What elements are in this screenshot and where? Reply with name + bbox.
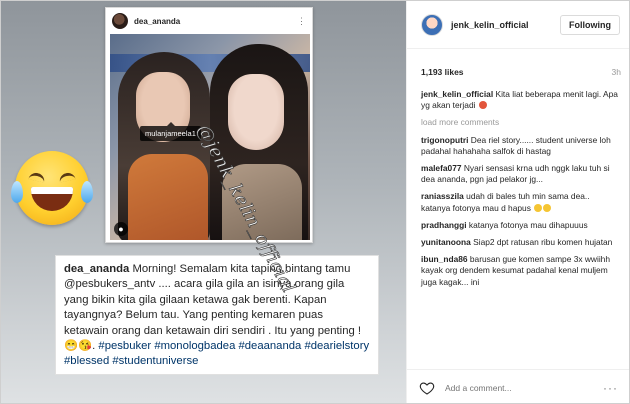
- emoji-teeth: [31, 187, 73, 194]
- comments-list: jenk_kelin_official Kita liat beberapa m…: [421, 89, 619, 294]
- likes-count[interactable]: 1,193 likes: [421, 67, 464, 77]
- list-item: raniasszila udah di bales tuh min sama d…: [421, 191, 619, 213]
- comment-username[interactable]: pradhanggi: [421, 220, 467, 230]
- screenshot-frame: dea_ananda ⋮ mulanjameela1 ● dea_ananda …: [0, 0, 630, 404]
- list-item: malefa077 Nyari sensasi krna udh nggk la…: [421, 163, 619, 185]
- post-sidebar: jenk_kelin_official Following 1,193 like…: [406, 1, 629, 403]
- list-item: jenk_kelin_official Kita liat beberapa m…: [421, 89, 619, 111]
- add-comment-row: ···: [407, 369, 629, 403]
- post-username[interactable]: jenk_kelin_official: [451, 20, 529, 30]
- comment-username[interactable]: jenk_kelin_official: [421, 89, 493, 99]
- laughing-tears-emoji-icon: [11, 151, 93, 225]
- more-icon: ⋮: [297, 15, 306, 26]
- user-tag-label: mulanjameela1: [140, 122, 201, 141]
- person-left-shirt: [128, 154, 208, 240]
- caption-card: dea_ananda Morning! Semalam kita taping …: [55, 255, 379, 375]
- list-item: yunitanoona Siap2 dpt ratusan ribu komen…: [421, 237, 619, 248]
- emoji-tear-left: [11, 181, 23, 203]
- grin-emoji-icon: [543, 203, 552, 212]
- caption-username[interactable]: dea_ananda: [64, 263, 129, 275]
- grin-emoji-icon: [534, 203, 543, 212]
- following-button[interactable]: Following: [560, 14, 620, 35]
- comment-text: katanya fotonya mau dihapuuus: [466, 219, 588, 230]
- caption-hashtags[interactable]: #pesbuker #monologbadea #deaananda #dear…: [64, 340, 369, 367]
- load-more-comments-link[interactable]: load more comments: [421, 117, 619, 128]
- devil-emoji-icon: [478, 101, 487, 110]
- emoji-tear-right: [81, 181, 93, 203]
- embedded-post-header: dea_ananda ⋮: [106, 8, 312, 34]
- comment-username[interactable]: ibun_nda86: [421, 254, 468, 264]
- embedded-username: dea_ananda: [134, 16, 181, 26]
- comment-username[interactable]: raniasszila: [421, 191, 464, 201]
- post-time[interactable]: 3h: [612, 67, 621, 77]
- embedded-avatar: [112, 13, 128, 29]
- list-item: ibun_nda86 barusan gue komen sampe 3x ww…: [421, 254, 619, 288]
- comment-username[interactable]: malefa077: [421, 163, 462, 173]
- add-comment-input[interactable]: [445, 382, 595, 393]
- emoji-mouth: [31, 187, 73, 211]
- comment-username[interactable]: yunitanoona: [421, 237, 471, 247]
- emoji-eye-right: [58, 171, 76, 183]
- person-tag-icon: ●: [114, 222, 128, 236]
- likes-row: 1,193 likes 3h: [421, 67, 621, 77]
- comment-username[interactable]: trigonoputri: [421, 135, 468, 145]
- comment-text: Siap2 dpt ratusan ribu komen hujatan: [470, 237, 613, 248]
- post-header: jenk_kelin_official Following: [407, 1, 629, 49]
- caption-text: Morning! Semalam kita taping bintang tam…: [64, 263, 362, 353]
- avatar[interactable]: [421, 13, 443, 36]
- person-right-face: [228, 74, 284, 150]
- heart-icon[interactable]: [419, 380, 435, 396]
- emoji-eye-left: [28, 171, 46, 183]
- post-image-area[interactable]: dea_ananda ⋮ mulanjameela1 ● dea_ananda …: [1, 1, 406, 403]
- list-item: pradhanggi katanya fotonya mau dihapuuus: [421, 220, 619, 231]
- more-options-icon[interactable]: ···: [603, 381, 618, 395]
- list-item: trigonoputri Dea riel story...... studen…: [421, 135, 619, 157]
